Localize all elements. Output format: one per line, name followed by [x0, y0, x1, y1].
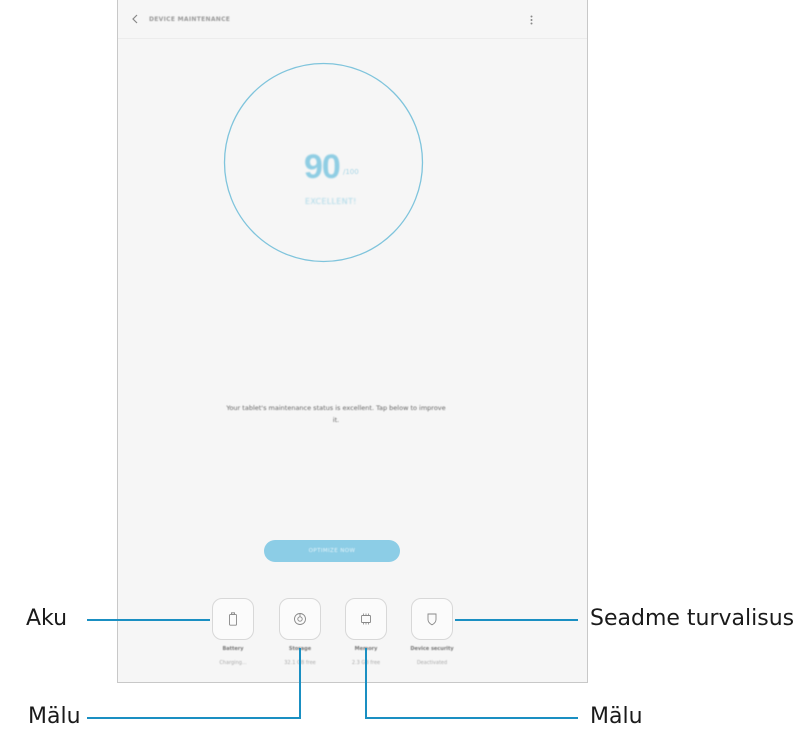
score-value: 90	[304, 148, 341, 186]
status-message-line2: it.	[332, 416, 340, 424]
back-button[interactable]	[125, 9, 145, 29]
memory-icon	[361, 613, 371, 625]
score-rating-label: EXCELLENT!	[305, 197, 357, 206]
tile-storage[interactable]	[279, 598, 321, 640]
tile-battery-status: Charging...	[219, 660, 247, 666]
tile-battery[interactable]	[212, 598, 254, 640]
chevron-left-icon	[132, 14, 138, 24]
battery-icon	[229, 612, 237, 626]
callout-battery: Aku	[26, 606, 68, 631]
callout-memory: Mälu	[590, 704, 643, 729]
shield-icon	[427, 613, 437, 626]
status-message-line1: Your tablet's maintenance status is exce…	[226, 404, 446, 412]
optimize-now-button[interactable]: OPTIMIZE NOW	[264, 540, 400, 562]
more-vertical-icon	[530, 15, 532, 25]
callout-device-security: Seadme turvalisus	[590, 606, 795, 631]
more-options-button[interactable]	[525, 12, 537, 28]
callout-storage: Mälu	[28, 704, 81, 729]
tile-memory[interactable]	[345, 598, 387, 640]
optimize-now-label: OPTIMIZE NOW	[308, 548, 356, 554]
tile-storage-label: Storage	[288, 646, 312, 652]
tile-memory-label: Memory	[354, 646, 378, 652]
tile-device-security[interactable]	[411, 598, 453, 640]
score-max: /100	[343, 168, 359, 176]
page-title: DEVICE MAINTENANCE	[149, 15, 231, 23]
status-message: Your tablet's maintenance status is exce…	[196, 402, 476, 426]
app-bar: DEVICE MAINTENANCE	[118, 0, 587, 39]
tile-battery-label: Battery	[222, 646, 244, 652]
tile-memory-status: 2.3 GB free	[351, 660, 381, 666]
tile-device-security-status: Deactivated	[416, 660, 448, 666]
storage-icon	[294, 613, 306, 625]
tile-storage-status: 32.1 GB free	[284, 660, 316, 666]
tile-device-security-label: Device security	[410, 646, 454, 652]
